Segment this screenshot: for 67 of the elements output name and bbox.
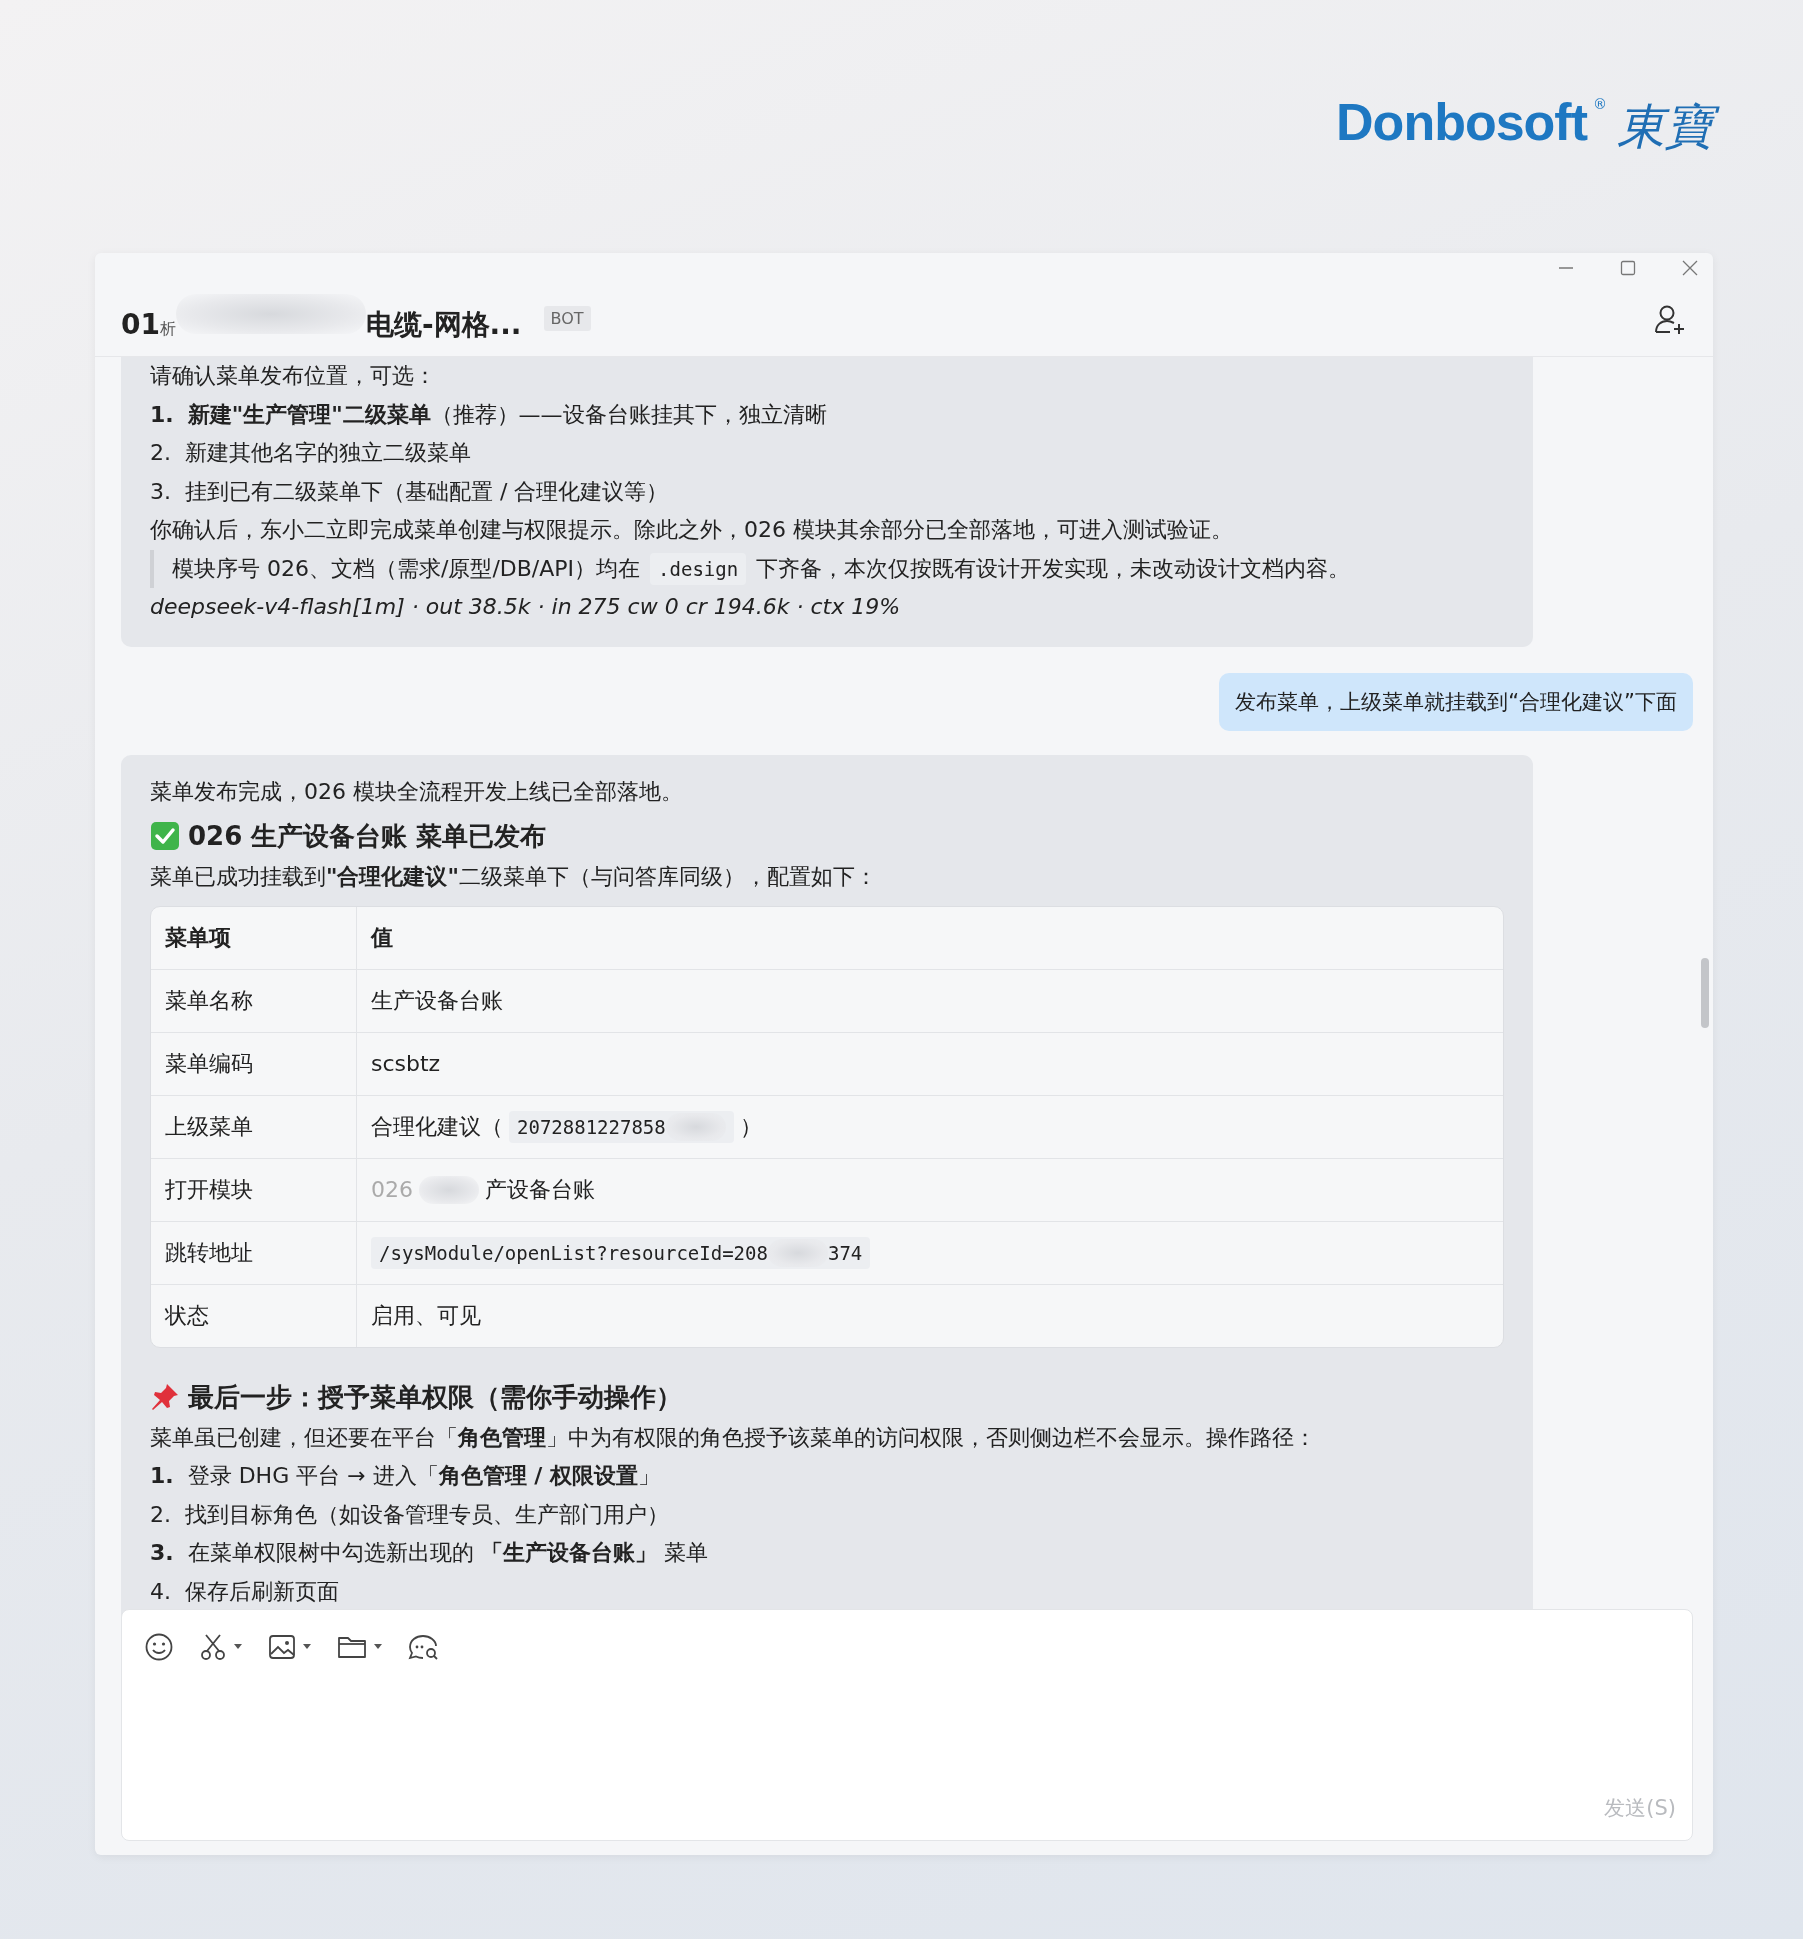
list-item-text: 找到目标角色（如设备管理专员、生产部门用户）	[185, 1500, 669, 1529]
logo-calligraphy: 東寶	[1613, 92, 1723, 162]
text: 产设备台账	[485, 1175, 595, 1204]
section-heading: 最后一步：授予菜单权限（需你手动操作）	[188, 1381, 682, 1414]
message-input[interactable]: 发送(S)	[121, 1609, 1693, 1841]
paragraph: 你确认后，东小二立即完成菜单创建与权限提示。除此之外，026 模块其余部分已全部落地，可进入测试验证。	[150, 516, 1234, 544]
paragraph: 菜单虽已创建，但还要在平台「角色管理」中为有权限的角色授予该菜单的访问权限，否则侧边栏不会显示。操作路径：	[150, 1423, 1317, 1452]
logo-text: Donbosoft	[1336, 92, 1587, 152]
caret-icon[interactable]	[302, 1643, 312, 1651]
text: 01	[121, 307, 160, 341]
text: 合理化建议（	[371, 1112, 503, 1141]
code-text: /sysModule/openList?resourceId=208	[379, 1241, 768, 1266]
text: 生产设备台账	[371, 986, 503, 1015]
list-number: 2.	[150, 439, 171, 467]
table-cell-text: 菜单编码	[164, 1049, 254, 1078]
list-number: 3.	[150, 1539, 174, 1567]
pushpin-icon	[150, 1382, 180, 1413]
paragraph: 菜单已成功挂载到"合理化建议"二级菜单下（与问答库同级），配置如下：	[150, 862, 878, 891]
text: 电缆-网格...	[365, 306, 522, 343]
list-number: 4.	[150, 1577, 171, 1606]
text: 启用、可见	[371, 1301, 481, 1330]
toolbar-button[interactable]	[267, 1632, 312, 1662]
paragraph: 请确认菜单发布位置，可选：	[150, 362, 437, 390]
list-item-text: 保存后刷新页面	[185, 1577, 339, 1606]
model-usage-text: deepseek-v4-flash[1m] · out 38.5k · in 275 cw 0 cr 194.6k · ctx 19%	[150, 593, 902, 621]
registered-mark: ®	[1593, 96, 1607, 112]
code-text: 374	[827, 1241, 863, 1266]
table-cell-text: 菜单名称	[164, 986, 254, 1015]
image-icon[interactable]	[267, 1632, 297, 1662]
emoji-icon[interactable]	[144, 1632, 174, 1662]
redaction-blur	[419, 1176, 479, 1204]
send-button[interactable]: 发送(S)	[1604, 1790, 1676, 1826]
maximize-button[interactable]	[1619, 259, 1637, 277]
table-cell-text: 打开模块	[164, 1175, 254, 1204]
caret-icon[interactable]	[373, 1643, 383, 1651]
list-number: 3.	[150, 477, 171, 506]
column-header: 菜单项	[164, 923, 232, 952]
list-item-text: 新建其他名字的独立二级菜单	[185, 439, 471, 467]
column-header: 值	[356, 907, 1503, 969]
close-button[interactable]	[1681, 259, 1699, 277]
table-cell-text: 状态	[164, 1301, 210, 1330]
toolbar-button[interactable]	[198, 1632, 243, 1662]
table-cell-text: 跳转地址	[164, 1238, 254, 1267]
list-item-text: 在菜单权限树中勾选新出现的 「生产设备台账」 菜单	[187, 1539, 708, 1567]
list-item-text: 挂到已有二级菜单下（基础配置 / 合理化建议等）	[185, 477, 669, 506]
text: 析	[159, 318, 176, 340]
list-number: 2.	[150, 1500, 171, 1529]
list-number: 1.	[150, 400, 174, 429]
scrollbar-thumb[interactable]	[1701, 958, 1709, 1028]
inline-code: .design	[650, 552, 747, 585]
code-text: 2072881227858	[517, 1115, 666, 1140]
text: 下齐备，本次仅按既有设计开发实现，未改动设计文档内容。	[756, 554, 1351, 583]
list-number: 1.	[150, 1462, 174, 1490]
scissors-icon[interactable]	[198, 1632, 228, 1662]
check-mark-icon	[150, 821, 180, 852]
text: scsbtz	[371, 1049, 441, 1078]
bot-badge: BOT	[543, 306, 591, 331]
list-item-text: 新建"生产管理"二级菜单（推荐）——设备台账挂其下，独立清晰	[187, 400, 827, 429]
user-message: 发布菜单，上级菜单就挂载到“合理化建议”下面	[1219, 672, 1693, 731]
caret-icon[interactable]	[233, 1643, 243, 1651]
text: 026	[371, 1175, 413, 1204]
text: 模块序号 026、文档（需求/原型/DB/API）均在	[172, 554, 641, 583]
paragraph: 菜单发布完成，026 模块全流程开发上线已全部落地。	[150, 777, 684, 806]
section-heading: 026 生产设备台账 菜单已发布	[188, 820, 547, 853]
list-item-text: 登录 DHG 平台 → 进入「角色管理 / 权限设置」	[187, 1462, 660, 1490]
text: ）	[739, 1112, 762, 1141]
table-cell-text: 上级菜单	[164, 1112, 254, 1141]
